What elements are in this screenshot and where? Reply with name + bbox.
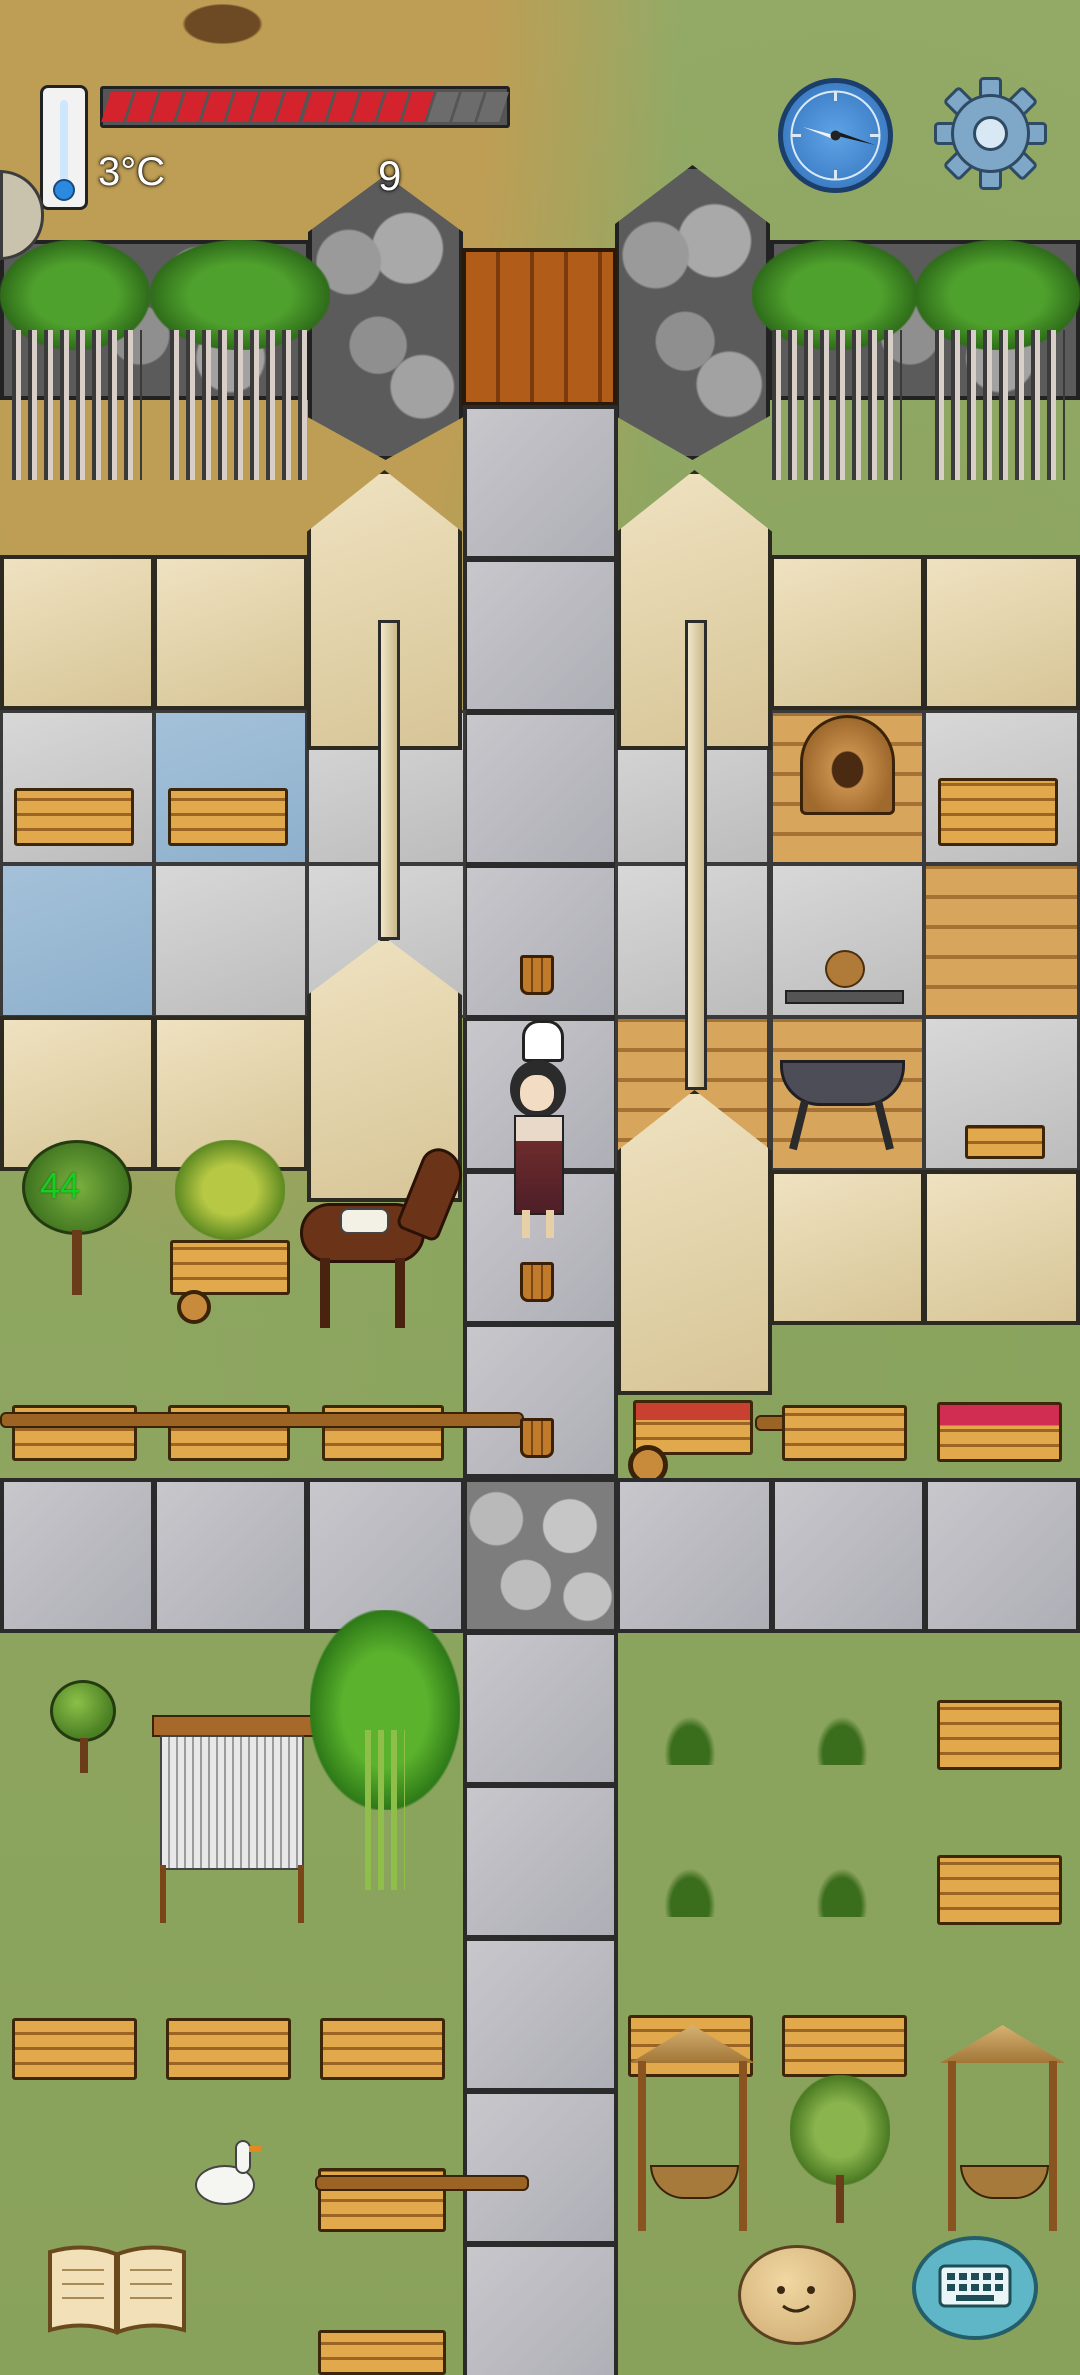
compass-icon[interactable] [778,78,893,193]
weed-shrub[interactable] [660,1710,720,1765]
hanging-basket-stand[interactable] [630,2025,755,2235]
fruit-tree-small[interactable] [50,1680,120,1775]
road-tile[interactable] [153,1478,308,1633]
player-character[interactable] [500,1020,580,1265]
creature-top[interactable] [175,0,270,48]
storage-box[interactable] [782,2015,907,2077]
house-corner-pillar [617,1090,772,1395]
road-tile[interactable] [0,1478,155,1633]
temperature-readout: 3°C [98,150,166,194]
young-tree[interactable] [790,2075,890,2225]
book-icon[interactable] [44,2240,190,2340]
carrot-box[interactable] [937,1700,1062,1770]
storage-box[interactable] [166,2018,291,2080]
road-tile[interactable] [771,1478,926,1633]
adobe-oven[interactable] [800,715,895,815]
goose[interactable] [195,2140,265,2212]
house-door[interactable] [685,620,707,1090]
wooden-bucket[interactable] [520,1262,554,1302]
keyboard-icon[interactable] [912,2236,1038,2340]
road-tile[interactable] [463,2243,618,2375]
cooking-grill[interactable] [775,950,910,1155]
wooden-bucket[interactable] [520,1418,554,1458]
storage-box[interactable] [14,788,134,846]
sugarcane-4[interactable] [915,240,1080,485]
handcart[interactable] [628,1395,758,1485]
house-floor[interactable] [153,863,308,1018]
stone-pillar-right [615,165,770,460]
house-wall [770,1170,925,1325]
thermometer-icon [40,85,88,210]
road-tile[interactable] [463,711,618,866]
house-door[interactable] [378,620,400,940]
gooseberry-bush[interactable] [22,1140,132,1300]
road-tile[interactable] [463,1784,618,1939]
weed-shrub[interactable] [812,1710,872,1765]
house-wall [153,555,308,710]
long-shaft[interactable] [0,1412,524,1428]
yum-bonus-counter: 9 [378,152,402,199]
storage-box[interactable] [318,2330,446,2375]
road-tile[interactable] [463,864,618,1019]
road-tile[interactable] [463,558,618,713]
bamboo-plant[interactable] [310,1610,460,1890]
long-shaft[interactable] [315,2175,529,2191]
hanging-basket-stand[interactable] [940,2025,1065,2235]
house-floor[interactable] [0,863,155,1018]
weed-shrub[interactable] [812,1862,872,1917]
sugarcane-2[interactable] [150,240,330,485]
house-wall [0,555,155,710]
storage-box[interactable] [938,778,1058,846]
weed-shrub[interactable] [660,1862,720,1917]
stone-pillar-left [308,175,463,460]
storage-box[interactable] [782,1405,907,1461]
handcart-with-crops[interactable] [165,1140,295,1330]
sugarcane-3[interactable] [752,240,917,485]
house-floor[interactable] [923,863,1080,1018]
storage-box[interactable] [12,2018,137,2080]
gear-icon[interactable] [933,76,1048,191]
wooden-bucket[interactable] [520,955,554,995]
road-tile[interactable] [924,1478,1080,1633]
house-wall [923,1170,1080,1325]
road-tile[interactable] [463,1937,618,2092]
emote-face-icon[interactable] [738,2245,856,2345]
game-world[interactable]: 3°C 9 44 [0,0,1080,2375]
wooden-gate[interactable] [462,248,617,406]
weaving-loom[interactable] [152,1715,316,1925]
flat-board[interactable] [965,1125,1045,1159]
road-tile[interactable] [463,1631,618,1786]
road-tile[interactable] [463,405,618,560]
cobblestone-tile[interactable] [463,1478,618,1633]
carrot-box[interactable] [937,1855,1062,1925]
storage-box[interactable] [320,2018,445,2080]
sugarcane-1[interactable] [0,240,150,485]
food-meter [100,86,510,128]
house-wall [923,555,1080,710]
road-tile[interactable] [616,1478,773,1633]
road-tile[interactable] [463,2090,618,2245]
storage-box[interactable] [168,788,288,846]
storage-box[interactable] [937,1402,1062,1462]
age-indicator: 44 [40,1165,81,1206]
horse-cart[interactable] [280,1142,480,1333]
house-wall [770,555,925,710]
